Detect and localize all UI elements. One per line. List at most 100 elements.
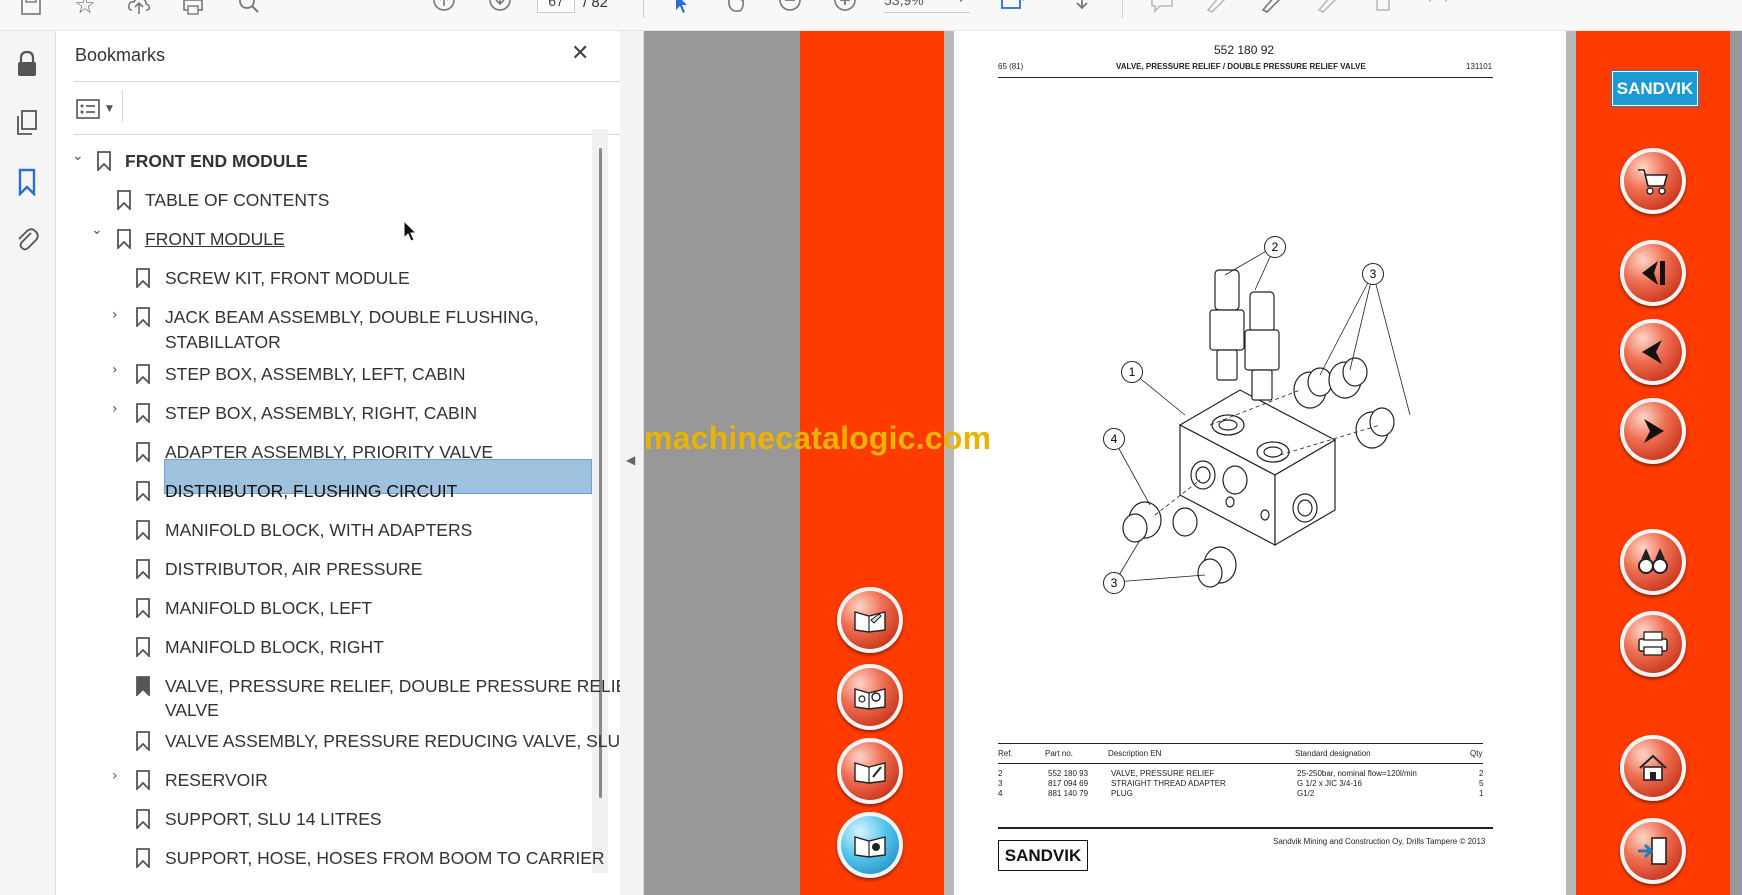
draw-icon[interactable]: [1259, 0, 1285, 18]
search-document-button[interactable]: [1620, 529, 1686, 595]
sandvik-logo-text: SANDVIK: [1004, 845, 1082, 865]
chevron-down-icon[interactable]: ⌄: [91, 222, 103, 238]
pages-thumbnail-icon[interactable]: [13, 109, 41, 137]
bookmark-icon: [136, 442, 150, 462]
next-page-button[interactable]: [1620, 398, 1686, 464]
chevron-right-icon[interactable]: ›: [112, 307, 118, 323]
search-icon[interactable]: [237, 0, 263, 18]
bookmark-options-button[interactable]: ▼: [76, 95, 120, 123]
chevron-down-icon[interactable]: ⌄: [72, 144, 84, 168]
rotate-icon[interactable]: [1425, 0, 1451, 18]
zoom-level-select[interactable]: 53,9% ▼: [884, 0, 970, 13]
select-cursor-icon[interactable]: [668, 0, 694, 18]
page-up-icon[interactable]: [431, 0, 457, 18]
attachment-icon[interactable]: [13, 225, 41, 253]
scrollbar-thumb[interactable]: [599, 148, 602, 798]
download-arrow-icon[interactable]: [1069, 0, 1095, 18]
sandvik-logo: SANDVIK: [1611, 70, 1699, 107]
bookmark-label[interactable]: MANIFOLD BLOCK, LEFT: [165, 596, 372, 620]
bookmark-label[interactable]: RESERVOIR: [165, 768, 268, 792]
chevron-right-icon[interactable]: ›: [112, 401, 118, 417]
panel-collapse-handle[interactable]: ◀: [620, 31, 644, 895]
help-book-button[interactable]: [837, 812, 903, 878]
print-page-button[interactable]: [1620, 611, 1686, 677]
watermark-text: machinecatalogic.com: [644, 420, 992, 456]
star-icon[interactable]: ☆: [72, 0, 98, 19]
highlight-icon[interactable]: [1203, 0, 1229, 18]
toolbar-divider: [1122, 0, 1123, 18]
exit-door-icon: [1638, 837, 1667, 865]
save-icon[interactable]: [18, 0, 44, 18]
bookmark-icon: [117, 190, 131, 210]
list-options-icon: [76, 99, 100, 119]
bookmark-label[interactable]: VALVE ASSEMBLY, PRESSURE REDUCING VALVE,…: [165, 729, 620, 753]
bookmark-label[interactable]: MANIFOLD BLOCK, RIGHT: [165, 635, 384, 659]
table-header-cell: Description EN: [1108, 749, 1162, 758]
upload-cloud-icon[interactable]: [126, 0, 152, 18]
table-header-cell: Part no.: [1045, 749, 1074, 758]
header-rule: [998, 77, 1493, 78]
operator-manual-button[interactable]: [837, 738, 903, 804]
bookmark-label[interactable]: MANIFOLD BLOCK, WITH ADAPTERS: [165, 518, 472, 542]
table-cell: G1/2: [1297, 789, 1315, 798]
shopping-cart-button[interactable]: [1620, 148, 1686, 214]
bookmark-icon: [136, 637, 150, 657]
book-tools-icon: [854, 688, 886, 710]
bookmark-icon: [136, 481, 150, 501]
bookmark-label[interactable]: TABLE OF CONTENTS: [145, 188, 329, 212]
page-down-icon[interactable]: [487, 0, 513, 18]
bookmark-label[interactable]: STEP BOX, ASSEMBLY, LEFT, CABIN: [165, 362, 466, 386]
lock-icon[interactable]: [13, 50, 41, 78]
first-page-button[interactable]: [1620, 240, 1686, 306]
home-button[interactable]: [1620, 735, 1686, 801]
comment-icon[interactable]: [1149, 0, 1175, 18]
page-number-input[interactable]: 67: [537, 0, 575, 13]
chevron-down-icon: ▼: [956, 0, 966, 5]
bookmark-label-continued[interactable]: VALVE: [165, 698, 219, 722]
hand-tool-icon[interactable]: [723, 0, 749, 18]
bookmark-label-continued[interactable]: STABILLATOR: [165, 330, 281, 354]
bookmark-label[interactable]: FRONT END MODULE: [125, 149, 308, 173]
parts-catalog-button[interactable]: [837, 587, 903, 653]
divider: [74, 134, 660, 135]
bookmark-label[interactable]: SCREW KIT, FRONT MODULE: [165, 266, 410, 290]
delete-icon[interactable]: [1370, 0, 1396, 18]
bookmark-panel-icon[interactable]: [13, 168, 41, 196]
bookmark-label[interactable]: STEP BOX, ASSEMBLY, RIGHT, CABIN: [165, 401, 477, 425]
zoom-level-value: 53,9%: [884, 0, 924, 8]
pencil-icon[interactable]: [1315, 0, 1341, 18]
bookmark-label[interactable]: SUPPORT, HOSE, HOSES FROM BOOM TO CARRIE…: [165, 846, 605, 870]
printer-icon: [1638, 631, 1668, 656]
bookmark-label[interactable]: DISTRIBUTOR, AIR PRESSURE: [165, 557, 422, 581]
collapse-arrow-icon[interactable]: ◀: [626, 453, 635, 467]
table-cell: 881 140 79: [1048, 789, 1089, 798]
bookmark-label-selected[interactable]: DISTRIBUTOR, FLUSHING CIRCUIT: [165, 479, 457, 503]
part-number: 552 180 92: [1214, 43, 1275, 57]
print-icon[interactable]: [180, 0, 206, 18]
home-icon: [1639, 754, 1667, 781]
fit-page-icon[interactable]: [1000, 0, 1026, 18]
bookmark-label[interactable]: SUPPORT, SLU 14 LITRES: [165, 807, 382, 831]
bookmark-icon: [136, 403, 150, 423]
service-manual-button[interactable]: [837, 664, 903, 730]
page-heading: VALVE, PRESSURE RELIEF / DOUBLE PRESSURE…: [1116, 62, 1366, 71]
bookmark-label[interactable]: ADAPTER ASSEMBLY, PRIORITY VALVE: [165, 440, 493, 464]
bookmark-icon: [136, 307, 150, 327]
table-cell: 25-250bar, nominal flow=120l/min: [1297, 769, 1417, 778]
bookmark-label[interactable]: FRONT MODULE: [145, 227, 285, 251]
table-rule: [998, 743, 1483, 744]
chevron-right-icon[interactable]: ›: [112, 362, 118, 378]
table-cell: 1: [1479, 789, 1484, 798]
bookmark-label[interactable]: VALVE, PRESSURE RELIEF, DOUBLE PRESSURE …: [165, 674, 638, 698]
bookmark-icon: [136, 364, 150, 384]
exit-button[interactable]: [1620, 818, 1686, 884]
chevron-right-icon[interactable]: ›: [112, 768, 118, 784]
zoom-out-icon[interactable]: [777, 0, 803, 18]
close-icon[interactable]: ✕: [571, 41, 589, 66]
bookmark-label[interactable]: JACK BEAM ASSEMBLY, DOUBLE FLUSHING,: [165, 305, 539, 329]
page-gap: [1566, 31, 1576, 895]
bookmark-icon: [136, 520, 150, 540]
zoom-in-icon[interactable]: [832, 0, 858, 18]
bookmarks-title: Bookmarks: [75, 45, 166, 65]
previous-page-button[interactable]: [1620, 319, 1686, 385]
